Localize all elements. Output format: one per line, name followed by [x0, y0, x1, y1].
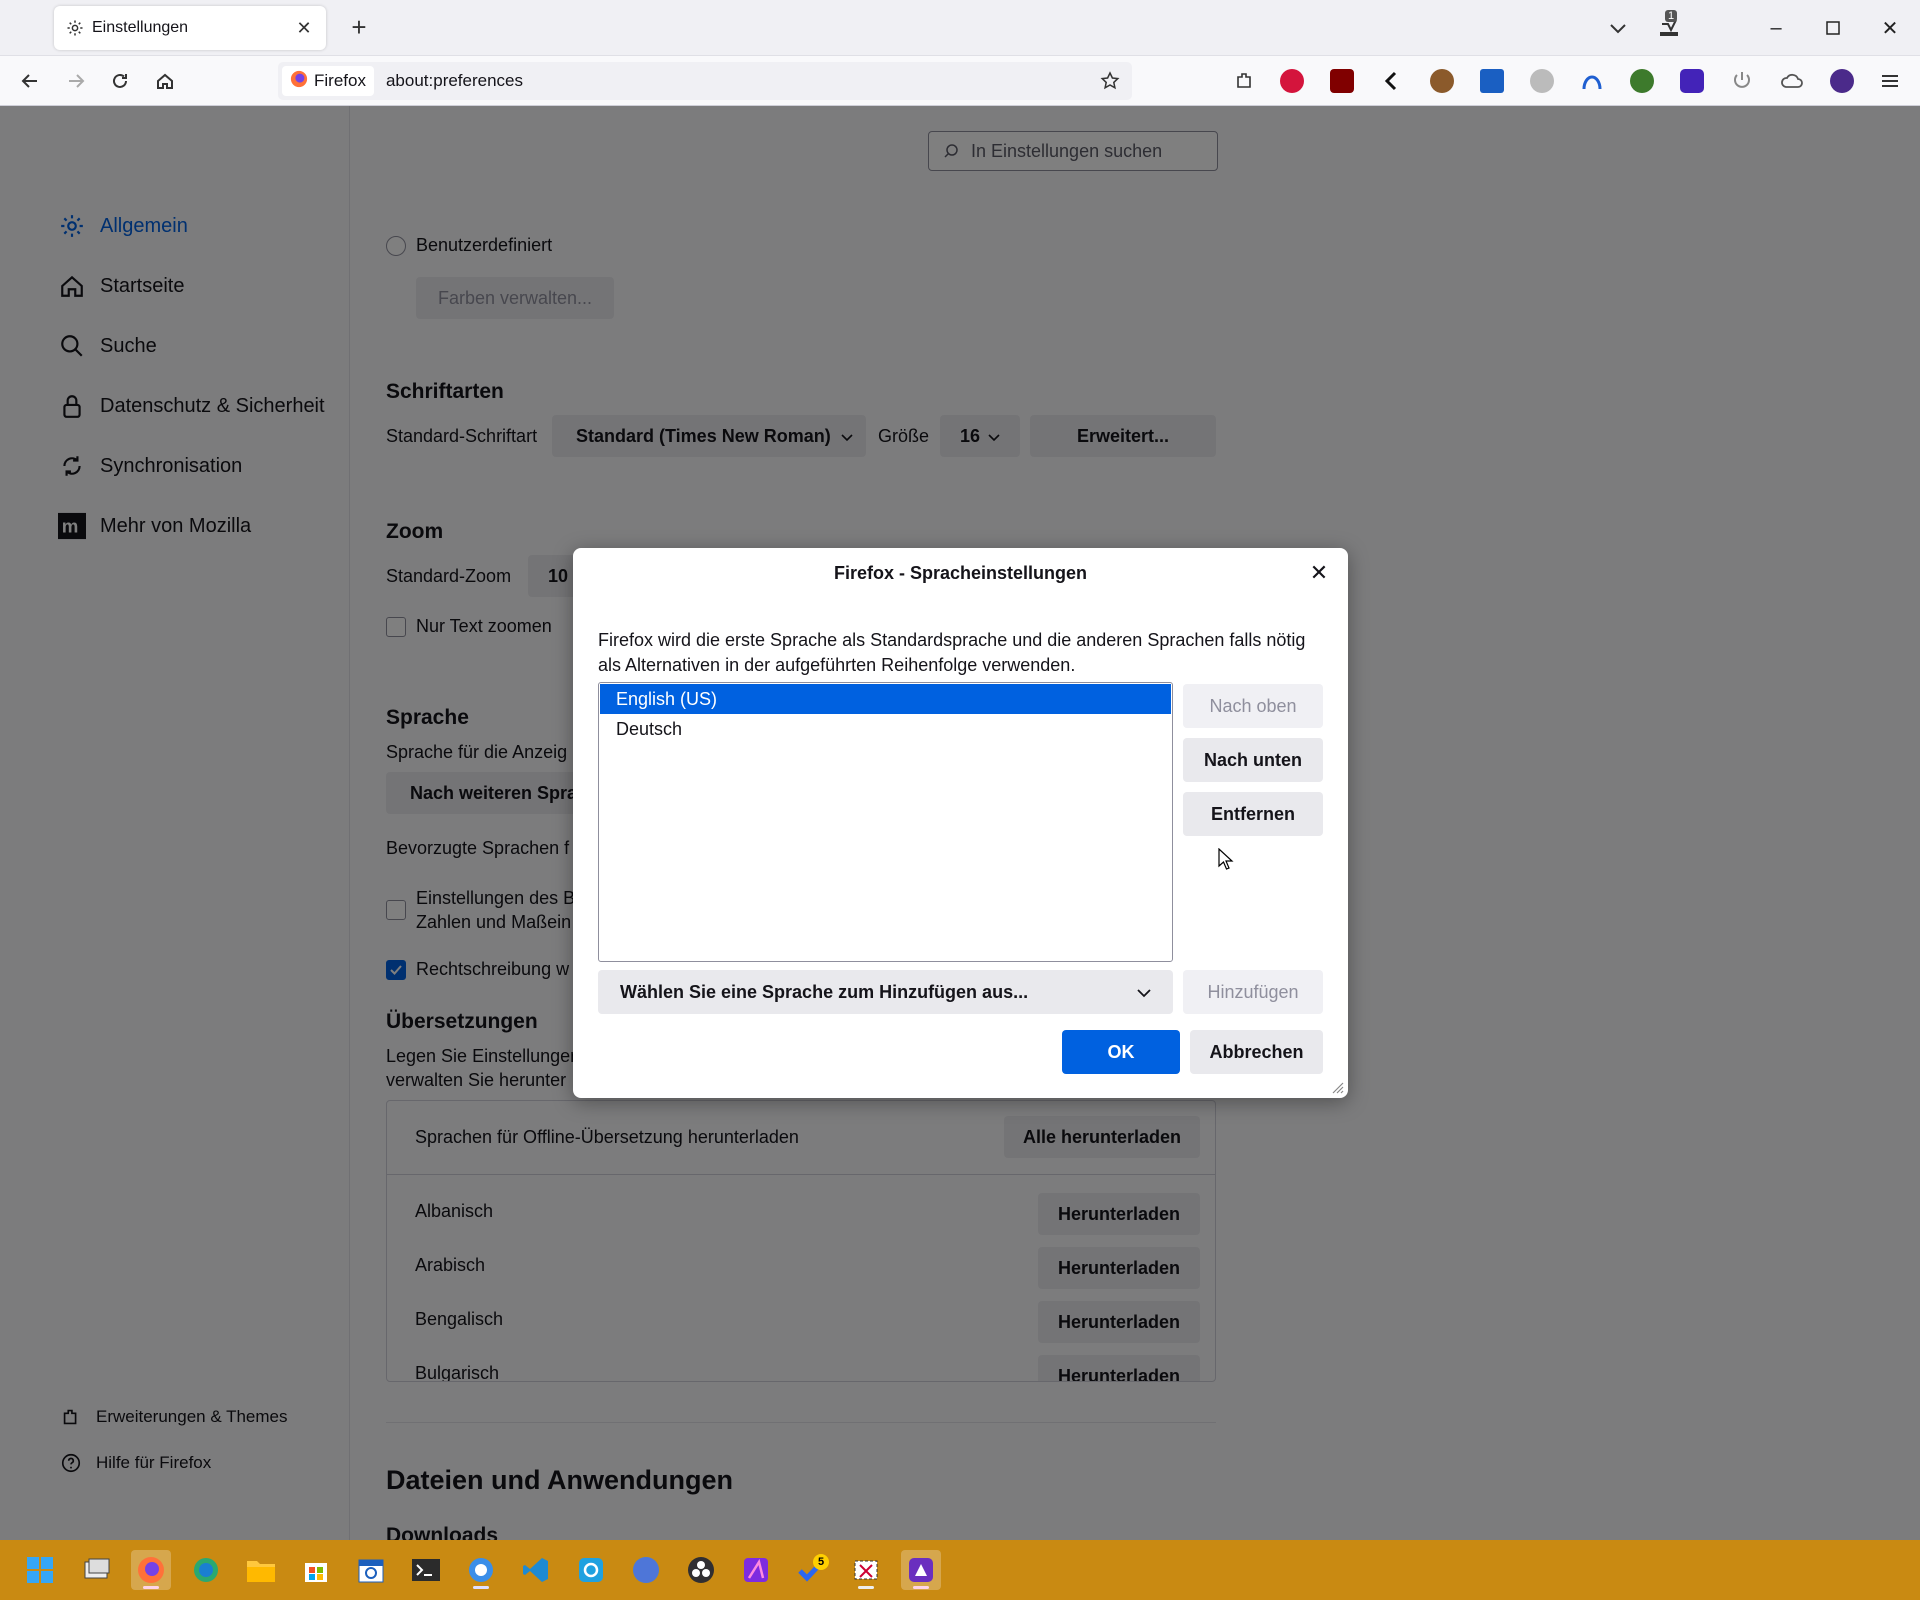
- taskbar: 5: [0, 1540, 1920, 1600]
- mouse-cursor-icon: [1218, 847, 1234, 870]
- terminal-icon[interactable]: [406, 1550, 446, 1590]
- add-button[interactable]: Hinzufügen: [1183, 970, 1323, 1014]
- edge-icon[interactable]: [186, 1550, 226, 1590]
- tab-count-badge: 1: [1665, 10, 1678, 22]
- chevron-down-icon: [1137, 982, 1151, 1003]
- power-icon[interactable]: [1730, 69, 1754, 93]
- blue-extension-icon[interactable]: [1480, 69, 1504, 93]
- todo-icon[interactable]: 5: [791, 1550, 831, 1590]
- active-indicator: [858, 1586, 874, 1589]
- home-button[interactable]: [149, 65, 181, 97]
- firefox-taskbar-icon[interactable]: [131, 1550, 171, 1590]
- affinity-icon[interactable]: [736, 1550, 776, 1590]
- task-view-icon[interactable]: [77, 1550, 117, 1590]
- hamburger-menu-icon[interactable]: [1878, 69, 1902, 93]
- identity-box[interactable]: Firefox: [282, 66, 374, 96]
- account-avatar[interactable]: [1830, 69, 1854, 93]
- cookie-extension-icon[interactable]: [1430, 69, 1454, 93]
- active-indicator: [473, 1586, 489, 1589]
- purple-app-icon[interactable]: [901, 1550, 941, 1590]
- tab-title: Einstellungen: [92, 19, 189, 36]
- add-language-select[interactable]: Wählen Sie eine Sprache zum Hinzufügen a…: [598, 970, 1173, 1014]
- gear-icon: [66, 19, 84, 37]
- chevron-left-icon[interactable]: [1380, 69, 1404, 93]
- star-icon[interactable]: [1094, 65, 1126, 97]
- obs-icon[interactable]: [681, 1550, 721, 1590]
- cancel-button[interactable]: Abbrechen: [1190, 1030, 1323, 1074]
- firefox-logo-icon: [290, 70, 308, 93]
- url-text[interactable]: about:preferences: [386, 71, 1094, 91]
- file-explorer-icon[interactable]: [241, 1550, 281, 1590]
- purple-extension-icon[interactable]: [1680, 69, 1704, 93]
- tab-settings[interactable]: Einstellungen ✕: [54, 6, 326, 50]
- ok-button[interactable]: OK: [1062, 1030, 1180, 1074]
- dialog-title: Firefox - Spracheinstellungen: [833, 563, 1088, 583]
- active-indicator: [143, 1586, 159, 1589]
- close-icon[interactable]: ✕: [1306, 560, 1332, 586]
- reload-button[interactable]: [104, 65, 136, 97]
- vscode-icon[interactable]: [516, 1550, 556, 1590]
- active-indicator: [913, 1586, 929, 1589]
- minimize-button[interactable]: –: [1758, 12, 1794, 44]
- add-language-select-label: Wählen Sie eine Sprache zum Hinzufügen a…: [620, 981, 1029, 1002]
- move-down-button[interactable]: Nach unten: [1183, 738, 1323, 782]
- close-icon[interactable]: ✕: [294, 18, 314, 38]
- navigation-bar: Firefox about:preferences: [0, 56, 1920, 106]
- gray-extension-icon[interactable]: [1530, 69, 1554, 93]
- globe-extension-icon[interactable]: [1630, 69, 1654, 93]
- window-close-button[interactable]: ✕: [1872, 12, 1908, 44]
- play-extension-icon[interactable]: [1280, 69, 1304, 93]
- sync-app-icon[interactable]: [571, 1550, 611, 1590]
- notification-badge: 5: [813, 1554, 829, 1570]
- dialog-description: Firefox wird die erste Sprache als Stand…: [598, 630, 1306, 675]
- bubble-app-icon[interactable]: [461, 1550, 501, 1590]
- calendar-app-icon[interactable]: [351, 1550, 391, 1590]
- store-icon[interactable]: [296, 1550, 336, 1590]
- language-list[interactable]: English (US) Deutsch: [598, 682, 1173, 962]
- maximize-button[interactable]: [1815, 12, 1851, 44]
- list-item[interactable]: English (US): [600, 684, 1171, 714]
- chevron-down-icon[interactable]: [1604, 16, 1632, 40]
- remove-button[interactable]: Entfernen: [1183, 792, 1323, 836]
- move-up-button[interactable]: Nach oben: [1183, 684, 1323, 728]
- ublock-icon[interactable]: [1330, 69, 1354, 93]
- new-tab-button[interactable]: +: [345, 14, 373, 42]
- start-menu-icon[interactable]: [20, 1550, 60, 1590]
- puzzle-icon[interactable]: [1233, 69, 1257, 93]
- arc-extension-icon[interactable]: [1580, 69, 1604, 93]
- language-settings-dialog: Firefox - Spracheinstellungen ✕ Firefox …: [573, 548, 1348, 1098]
- back-button[interactable]: [14, 65, 46, 97]
- identity-label: Firefox: [314, 71, 366, 90]
- list-item[interactable]: Deutsch: [600, 714, 1171, 744]
- forward-button[interactable]: [60, 65, 92, 97]
- snipping-tool-icon[interactable]: [846, 1550, 886, 1590]
- resize-grip-icon[interactable]: [1330, 1080, 1344, 1094]
- url-bar[interactable]: Firefox about:preferences: [278, 62, 1132, 100]
- cloud-icon[interactable]: [1780, 69, 1804, 93]
- tab-strip: Einstellungen ✕ + 1 – ✕: [0, 0, 1920, 56]
- canva-icon[interactable]: [626, 1550, 666, 1590]
